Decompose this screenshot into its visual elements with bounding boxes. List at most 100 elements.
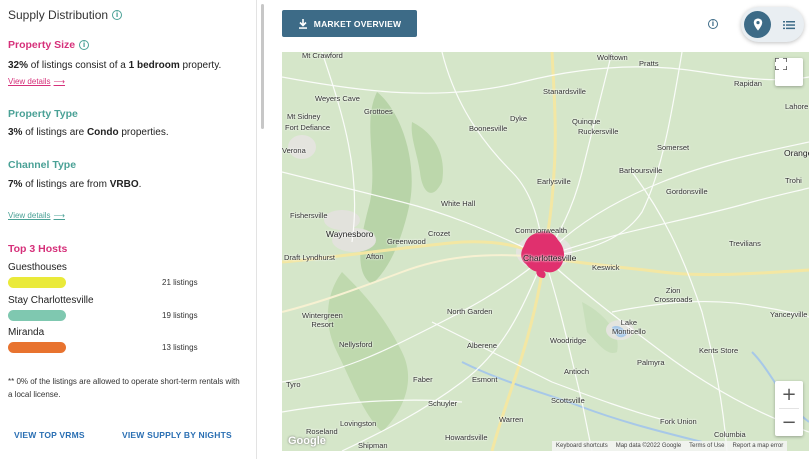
map-label: Boonesville [469, 124, 508, 133]
map-label: Lovingston [340, 419, 377, 428]
map-label: Weyers Cave [315, 94, 360, 103]
zoom-out-button[interactable]: − [775, 409, 803, 436]
view-top-vrms-link[interactable]: VIEW TOP VRMS [14, 430, 85, 440]
map-label: Gordonsville [666, 187, 708, 196]
google-logo: Google [288, 435, 326, 447]
view-supply-by-nights-link[interactable]: VIEW SUPPLY BY NIGHTS [122, 430, 232, 440]
host-color-bar [8, 342, 66, 353]
view-details-label: View details [8, 211, 51, 220]
arrow-right-icon: ⟶ [53, 77, 66, 86]
map-label: Rapidan [734, 79, 762, 88]
property-type-heading: Property Type [8, 108, 78, 120]
map-label: Verona [282, 146, 306, 155]
map-label: Charlottesville [523, 253, 577, 263]
map-label: Fort Defiance [285, 123, 331, 132]
panel-scrollbar[interactable] [261, 4, 264, 129]
map-attribution: Keyboard shortcuts Map data ©2022 Google… [552, 441, 788, 451]
list-view-button[interactable] [780, 16, 798, 34]
market-overview-label: MARKET OVERVIEW [313, 18, 402, 29]
info-icon[interactable]: i [112, 10, 123, 20]
property-size-text-a: of listings consist of a [28, 60, 129, 71]
map-label: Afton [366, 252, 384, 261]
map-label: Grottoes [364, 107, 393, 116]
map-label: Mt Crawford [302, 52, 343, 60]
download-icon [298, 18, 307, 29]
map-label: Lake Monticello [612, 318, 646, 336]
map-view-button[interactable] [744, 11, 771, 38]
map-label: Shipman [358, 441, 388, 450]
host-name: Stay Charlottesville [8, 295, 94, 306]
property-size-heading-text: Property Size [8, 39, 76, 51]
fullscreen-button[interactable] [775, 58, 803, 86]
map-label: Quinque [572, 117, 601, 126]
panel-title: Supply Distribution i [8, 8, 123, 22]
report-error-link[interactable]: Report a map error [733, 443, 784, 449]
fullscreen-icon [775, 58, 787, 70]
info-icon[interactable]: i [708, 19, 718, 29]
map-label: Ruckersville [578, 127, 619, 136]
keyboard-shortcuts-link[interactable]: Keyboard shortcuts [556, 443, 608, 449]
map-label: Schuyler [428, 399, 458, 408]
channel-type-text-a: of listings are from [22, 179, 110, 190]
map-label: Mt Sidney [287, 112, 321, 121]
supply-distribution-panel: Supply Distribution i Property Size i 32… [0, 0, 257, 459]
map-label: Faber [413, 375, 433, 384]
map-label: North Garden [447, 307, 493, 316]
terms-link[interactable]: Terms of Use [689, 443, 724, 449]
property-size-text: 32% of listings consist of a 1 bedroom p… [8, 60, 221, 71]
channel-type-text: 7% of listings are from VRBO. [8, 179, 141, 190]
zoom-control: + − [775, 381, 803, 436]
channel-type-value: VRBO [109, 179, 139, 190]
map-label: Greenwood [387, 237, 426, 246]
property-size-view-details-link[interactable]: View details ⟶ [8, 77, 65, 86]
view-details-label: View details [8, 77, 51, 86]
property-type-value: Condo [86, 127, 119, 138]
property-type-text-b: properties. [118, 127, 169, 138]
map-label: Fishersville [290, 211, 328, 220]
map-label: Dyke [510, 114, 528, 123]
map-label: Wintergreen Resort [302, 311, 343, 329]
host-name: Miranda [8, 327, 45, 338]
panel-title-text: Supply Distribution [8, 8, 109, 22]
channel-type-pct: 7% [8, 179, 23, 190]
zoom-in-button[interactable]: + [775, 381, 803, 408]
minus-icon: − [781, 412, 797, 433]
map-label: Draft Lyndhurst [284, 253, 335, 262]
map-label: Tyro [286, 380, 301, 389]
channel-type-text-b: . [138, 179, 142, 190]
map-label: Howardsville [445, 433, 488, 442]
channel-type-view-details-link[interactable]: View details ⟶ [8, 211, 65, 220]
map-label: Earlysville [537, 177, 571, 186]
info-icon[interactable]: i [79, 40, 90, 50]
map-label: White Hall [441, 199, 476, 208]
map-label: Kents Store [699, 346, 739, 355]
map-label: Stanardsville [543, 87, 586, 96]
map-label: Warren [499, 415, 524, 424]
map[interactable]: Mt Crawford Wolftown Pratts Weyers Cave … [282, 52, 809, 451]
host-count: 19 listings [162, 311, 198, 320]
map-label: Trohi [785, 176, 802, 185]
map-label: Yanceyville [770, 310, 808, 319]
host-color-bar [8, 277, 66, 288]
map-label: Trevilians [729, 239, 761, 248]
map-label: Fork Union [660, 417, 697, 426]
property-size-heading: Property Size i [8, 39, 90, 51]
map-label: Scottsville [551, 396, 585, 405]
list-icon [783, 21, 795, 30]
map-label: Antioch [564, 367, 590, 376]
property-type-pct: 3% [8, 127, 23, 138]
property-size-text-b: property. [179, 60, 222, 71]
arrow-right-icon: ⟶ [53, 211, 66, 220]
map-data-text: Map data ©2022 Google [615, 443, 682, 449]
host-name: Guesthouses [8, 262, 67, 273]
map-label: Esmont [472, 375, 498, 384]
property-size-value: 1 bedroom [128, 60, 180, 71]
map-label: Wolftown [597, 53, 628, 62]
plus-icon: + [781, 384, 797, 405]
map-label: Pratts [639, 59, 659, 68]
market-overview-button[interactable]: MARKET OVERVIEW [282, 10, 417, 37]
host-count: 13 listings [162, 343, 198, 352]
map-label: Keswick [592, 263, 620, 272]
map-label: Columbia [714, 430, 746, 439]
property-size-pct: 32% [8, 60, 29, 71]
